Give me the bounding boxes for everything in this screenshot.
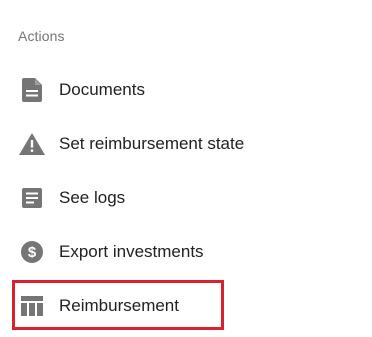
actions-panel: Actions Documents Set reimbursement stat… [0,0,372,337]
menu-item-label: Set reimbursement state [59,134,245,153]
menu-item-reimbursement[interactable]: Reimbursement [0,279,372,333]
menu-item-see-logs[interactable]: See logs [0,171,372,225]
menu-item-label: Reimbursement [59,296,179,315]
menu-item-documents[interactable]: Documents [0,63,372,117]
section-title: Actions [18,28,65,44]
menu-item-export-investments[interactable]: $ Export investments [0,225,372,279]
menu-item-label: Documents [59,80,145,99]
svg-text:$: $ [28,244,37,261]
actions-menu: Documents Set reimbursement state See lo… [0,63,372,333]
document-icon [19,78,45,102]
warning-icon [19,132,45,156]
table-icon [19,294,45,318]
menu-item-label: See logs [59,188,126,207]
menu-item-label: Export investments [59,242,204,261]
menu-item-set-reimbursement-state[interactable]: Set reimbursement state [0,117,372,171]
dollar-icon: $ [19,240,45,264]
logs-icon [19,186,45,210]
